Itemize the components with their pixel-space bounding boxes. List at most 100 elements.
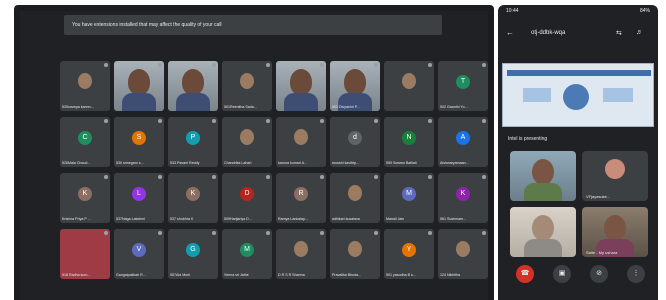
- participant-tile[interactable]: L 537Naga Lakshmi: [114, 173, 164, 223]
- avatar: d: [348, 131, 362, 145]
- mic-off-icon: [320, 231, 324, 235]
- participant-tile[interactable]: K Krishna Priya P ...: [60, 173, 110, 223]
- profile-photo: [348, 241, 362, 257]
- mic-off-icon: [212, 63, 216, 67]
- participant-tile[interactable]: [114, 61, 164, 111]
- participant-tile[interactable]: 503 Divyashri P...: [330, 61, 380, 111]
- participant-body: [284, 93, 318, 111]
- participant-tile[interactable]: C 526Mala Choud...: [60, 117, 110, 167]
- call-end-icon[interactable]: ☎: [516, 265, 534, 283]
- camera-icon[interactable]: ▣: [553, 265, 571, 283]
- participant-tile[interactable]: 53Sowmya kannn...: [60, 61, 110, 111]
- mic-off-icon: [482, 119, 486, 123]
- phone-tile-2[interactable]: VFjayasuke...: [582, 151, 648, 201]
- participant-name: Aishwaryamaan...: [440, 161, 469, 165]
- participant-tile[interactable]: T 502 Gaanthi Yo...: [438, 61, 488, 111]
- avatar: S: [132, 131, 146, 145]
- participant-tile[interactable]: A Aishwaryamaan...: [438, 117, 488, 167]
- participant-tile[interactable]: karuna kumari A...: [276, 117, 326, 167]
- participant-tile[interactable]: 501Reenitha Sada...: [222, 61, 272, 111]
- mic-off-icon: [482, 175, 486, 179]
- participant-name: 509Harijariya D...: [224, 217, 252, 221]
- slide-diagram-right: [603, 88, 633, 102]
- more-icon[interactable]: ⋮: [627, 265, 645, 283]
- presenting-label: Intel is presenting: [508, 136, 548, 142]
- participant-tile[interactable]: M Veena sri Jathe: [222, 229, 272, 279]
- participant-tile[interactable]: N 559 Sowmu Balliati: [384, 117, 434, 167]
- participant-tile[interactable]: 518 Radha kum...: [60, 229, 110, 279]
- participant-video: [128, 69, 150, 95]
- participant-tile[interactable]: Pravalika Bhuda...: [330, 229, 380, 279]
- participant-name: 530 srinegam s...: [116, 161, 144, 165]
- avatar: N: [402, 131, 416, 145]
- participant-tile[interactable]: 124 Nikhitha: [438, 229, 488, 279]
- participant-tile[interactable]: K 537 shubhra K: [168, 173, 218, 223]
- participant-name: 518 Radha kum...: [62, 273, 91, 277]
- switch-camera-icon[interactable]: ⇆: [616, 29, 622, 37]
- status-right: 84%: [639, 8, 650, 14]
- participant-tile[interactable]: K 561 Sushmam...: [438, 173, 488, 223]
- mic-off-icon: [320, 175, 324, 179]
- mic-off-icon: [212, 175, 216, 179]
- mic-off-icon: [428, 119, 432, 123]
- participant-name: 502 Gaanthi Yo...: [440, 105, 468, 109]
- participant-name: Krishna Priya P ...: [62, 217, 91, 221]
- participant-tile[interactable]: [276, 61, 326, 111]
- participant-tile[interactable]: D R S R Sharma: [276, 229, 326, 279]
- participant-tile[interactable]: Chandrika Lahari: [222, 117, 272, 167]
- participant-tile[interactable]: Y 501 yasodha B s...: [384, 229, 434, 279]
- mic-off-icon: [374, 175, 378, 179]
- avatar: K: [456, 187, 470, 201]
- participant-tile[interactable]: D 509Harijariya D...: [222, 173, 272, 223]
- participant-tile[interactable]: V Gangaipakkari R...: [114, 229, 164, 279]
- participant-tile[interactable]: S 530 srinegam s...: [114, 117, 164, 167]
- phone-tile-1[interactable]: [510, 151, 576, 201]
- back-arrow-icon[interactable]: ←: [506, 28, 514, 37]
- status-bar: 10:44 84%: [498, 5, 658, 17]
- participant-video: [604, 215, 626, 241]
- phone-tile-3[interactable]: [510, 207, 576, 257]
- participant-name: Chandrika Lahari: [224, 161, 252, 165]
- meeting-code[interactable]: otj-ddbk-wqa: [531, 30, 565, 36]
- avatar: G: [186, 243, 200, 257]
- speaker-icon[interactable]: ♬: [636, 29, 643, 36]
- participant-tile[interactable]: M Manali Jain: [384, 173, 434, 223]
- extension-warning-banner: You have extensions installed that may a…: [64, 15, 442, 35]
- avatar: K: [78, 187, 92, 201]
- profile-photo: [294, 241, 308, 257]
- participant-name: Pravalika Bhuda...: [332, 273, 362, 277]
- participant-tile[interactable]: P 533 Pavani Reddy: [168, 117, 218, 167]
- participant-tile[interactable]: [168, 61, 218, 111]
- participant-name: 501Reenitha Sada...: [224, 105, 257, 109]
- participant-tile[interactable]: d moushi kavitrtp...: [330, 117, 380, 167]
- participant-tile[interactable]: adhikari kusalava: [330, 173, 380, 223]
- participant-video: [290, 69, 312, 95]
- phone-tile-4[interactable]: Saite - My ushara: [582, 207, 648, 257]
- tile-name: Saite - My ushara: [586, 250, 618, 255]
- participant-name: D R S R Sharma: [278, 273, 305, 277]
- participant-name: 537Naga Lakshmi: [116, 217, 145, 221]
- profile-photo: [240, 73, 254, 89]
- avatar: T: [456, 75, 470, 89]
- avatar: C: [78, 131, 92, 145]
- mic-off-icon: [158, 231, 162, 235]
- participant-body: [176, 93, 210, 111]
- profile-photo: [456, 241, 470, 257]
- avatar: [605, 159, 625, 179]
- mic-off-icon[interactable]: ⊘: [590, 265, 608, 283]
- participant-tile[interactable]: G 557Ala Murli: [168, 229, 218, 279]
- participant-name: moushi kavitrtp...: [332, 161, 360, 165]
- participant-name: 53Sowmya kannn...: [62, 105, 94, 109]
- laptop-screen: You have extensions installed that may a…: [14, 5, 494, 300]
- mic-off-icon: [428, 175, 432, 179]
- call-controls: ☎ ▣ ⊘ ⋮: [498, 263, 658, 287]
- participant-tile[interactable]: [384, 61, 434, 111]
- participant-name: Veena sri Jathe: [224, 273, 249, 277]
- mic-off-icon: [374, 119, 378, 123]
- participant-body: [122, 93, 156, 111]
- participant-tile[interactable]: R Ramya Lankalap...: [276, 173, 326, 223]
- participant-video: [344, 69, 366, 95]
- participant-video: [182, 69, 204, 95]
- avatar: M: [240, 243, 254, 257]
- participant-name: 501 yasodha B s...: [386, 273, 416, 277]
